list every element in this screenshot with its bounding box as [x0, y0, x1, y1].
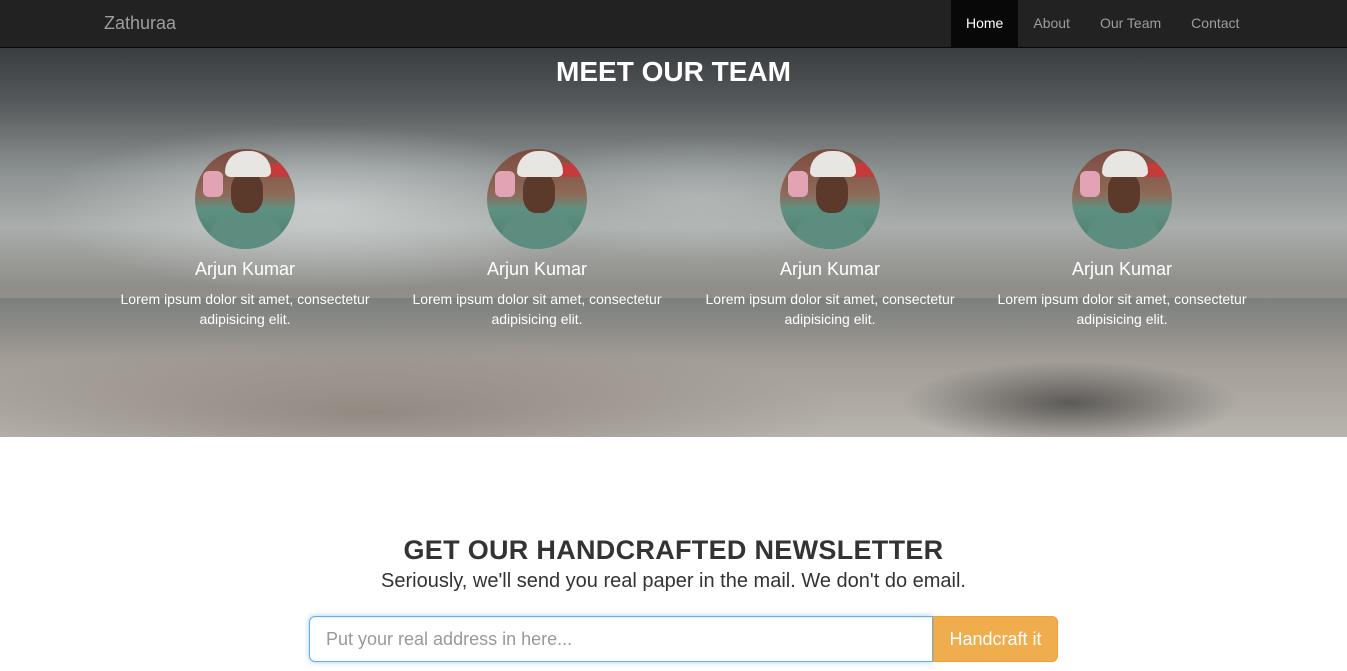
member-name: Arjun Kumar: [486, 259, 588, 279]
main-nav: Home About Our Team Contact: [951, 0, 1254, 48]
team-member-card: Arjun Kumar Lorem ipsum dolor sit amet, …: [977, 149, 1267, 329]
nav-item-home[interactable]: Home: [951, 0, 1019, 48]
member-name: Arjun Kumar: [194, 259, 296, 279]
member-description: Lorem ipsum dolor sit amet, consectetur …: [120, 291, 370, 327]
member-description: Lorem ipsum dolor sit amet, consectetur …: [705, 291, 955, 327]
team-section: MEET OUR TEAM Arjun Kumar Lorem ipsum do…: [0, 48, 1347, 437]
team-title: MEET OUR TEAM: [556, 56, 791, 87]
brand-logo[interactable]: Zathuraa: [104, 13, 176, 33]
nav-item-contact[interactable]: Contact: [1176, 0, 1254, 48]
member-name: Arjun Kumar: [779, 259, 881, 279]
member-description: Lorem ipsum dolor sit amet, consectetur …: [997, 291, 1247, 327]
address-input[interactable]: [309, 616, 933, 662]
member-avatar: [195, 149, 295, 249]
newsletter-subtitle: Seriously, we'll send you real paper in …: [381, 570, 966, 592]
team-member-card: Arjun Kumar Lorem ipsum dolor sit amet, …: [100, 149, 390, 329]
team-member-card: Arjun Kumar Lorem ipsum dolor sit amet, …: [392, 149, 682, 329]
member-name: Arjun Kumar: [1071, 259, 1173, 279]
member-avatar: [1072, 149, 1172, 249]
member-avatar: [780, 149, 880, 249]
newsletter-title: GET OUR HANDCRAFTED NEWSLETTER: [403, 535, 944, 565]
handcraft-button[interactable]: Handcraft it: [933, 616, 1058, 662]
member-avatar: [487, 149, 587, 249]
member-description: Lorem ipsum dolor sit amet, consectetur …: [412, 291, 662, 327]
nav-item-about[interactable]: About: [1018, 0, 1085, 48]
team-member-card: Arjun Kumar Lorem ipsum dolor sit amet, …: [685, 149, 975, 329]
top-navbar: Zathuraa Home About Our Team Contact: [0, 0, 1347, 48]
nav-item-our-team[interactable]: Our Team: [1085, 0, 1176, 48]
